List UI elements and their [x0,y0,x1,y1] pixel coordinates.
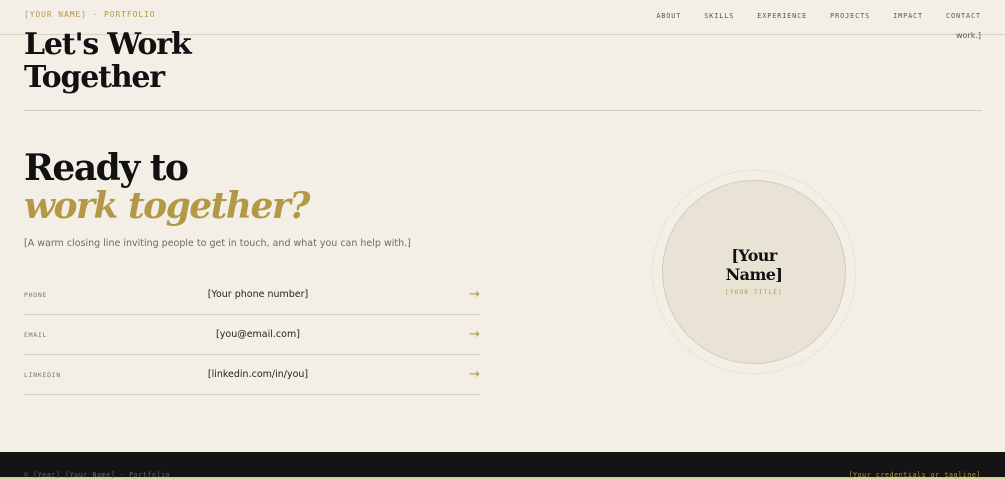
contact-value-linkedin[interactable]: [linkedin.com/in/you] [24,369,492,380]
nav-link-about[interactable]: ABOUT [656,12,681,20]
profile-title: [YOUR TITLE] [725,289,783,296]
previous-heading-line1: Let's Work [24,27,192,62]
contact-list: PHONE [Your phone number] → EMAIL [you@e… [24,275,480,395]
section-divider [24,110,982,111]
profile-name-line1: [Your [731,246,777,265]
nav-link-skills[interactable]: SKILLS [704,12,734,20]
previous-heading-line2: Together [24,60,165,95]
arrow-right-icon[interactable]: → [469,327,480,342]
nav-links: ABOUT SKILLS EXPERIENCE PROJECTS IMPACT … [656,12,981,20]
contact-row-phone[interactable]: PHONE [Your phone number] → [24,275,480,315]
contact-row-email[interactable]: EMAIL [you@email.com] → [24,315,480,355]
contact-value-email[interactable]: [you@email.com] [24,329,492,340]
nav-link-contact[interactable]: CONTACT [946,12,981,20]
arrow-right-icon[interactable]: → [469,287,480,302]
profile-name: [Your Name] [662,246,846,284]
contact-heading-line1: Ready to [24,147,189,189]
footer-tagline: [Your credentials or tagline] [848,471,981,479]
nav-link-projects[interactable]: PROJECTS [830,12,870,20]
contact-row-linkedin[interactable]: LINKEDIN [linkedin.com/in/you] → [24,355,480,395]
footer-copyright: © [Year] [Your Name] · Portfolio [24,471,171,479]
nav-link-impact[interactable]: IMPACT [893,12,923,20]
previous-section-heading: Let's Work Together [24,28,234,94]
arrow-right-icon[interactable]: → [469,367,480,382]
site-footer: © [Year] [Your Name] · Portfolio [Your c… [0,452,1005,479]
previous-section-text-fragment: work.] [955,31,981,40]
contact-value-phone[interactable]: [Your phone number] [24,289,492,300]
brand-logo-text[interactable]: [YOUR NAME] · PORTFOLIO [24,10,155,19]
profile-name-line2: Name] [725,265,783,284]
nav-link-experience[interactable]: EXPERIENCE [757,12,807,20]
contact-heading-line2: work together? [24,185,310,227]
contact-lead-text: [A warm closing line inviting people to … [24,238,411,249]
